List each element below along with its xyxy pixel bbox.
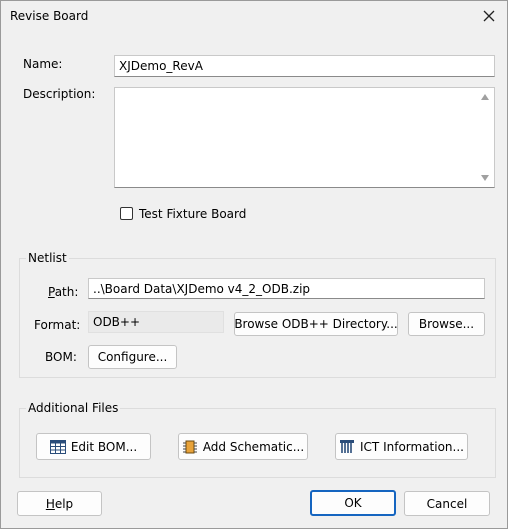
additional-files-group-title: Additional Files [26,401,121,415]
cancel-button[interactable]: Cancel [404,491,490,516]
description-scrollbar[interactable] [477,88,494,187]
dialog-title: Revise Board [10,9,89,23]
chip-icon [182,439,198,455]
test-fixture-label: Test Fixture Board [139,207,247,221]
ict-information-button[interactable]: ICT Information... [335,433,468,460]
ict-information-label: ICT Information... [360,439,464,454]
help-button[interactable]: Help [17,491,102,516]
name-label: Name: [23,57,63,71]
browse-button[interactable]: Browse... [408,312,485,336]
add-schematic-button[interactable]: Add Schematic... [178,433,308,460]
edit-bom-label: Edit BOM... [70,439,138,454]
bom-label: BOM: [45,350,77,364]
path-field[interactable]: ..\Board Data\XJDemo v4_2_ODB.zip [88,278,485,299]
test-fixture-icon [339,439,355,455]
description-field[interactable] [114,87,495,188]
close-icon[interactable] [475,3,503,29]
ok-button[interactable]: OK [310,490,396,516]
name-field[interactable]: XJDemo_RevA [114,55,495,77]
description-label: Description: [23,87,96,101]
revise-board-dialog: Revise Board Name: XJDemo_RevA Descripti… [0,0,508,529]
scroll-down-icon[interactable] [481,175,489,181]
table-icon [49,439,66,454]
test-fixture-checkbox[interactable] [120,207,133,220]
path-label: Path: [48,285,79,299]
configure-bom-button[interactable]: Configure... [88,345,177,369]
scroll-up-icon[interactable] [481,94,489,100]
edit-bom-button[interactable]: Edit BOM... [36,433,151,460]
format-field: ODB++ [88,311,224,333]
netlist-group-title: Netlist [26,251,69,265]
add-schematic-label: Add Schematic... [202,439,305,454]
browse-odb-directory-button[interactable]: Browse ODB++ Directory... [234,312,398,336]
title-bar: Revise Board [1,1,507,33]
format-label: Format: [34,318,81,332]
